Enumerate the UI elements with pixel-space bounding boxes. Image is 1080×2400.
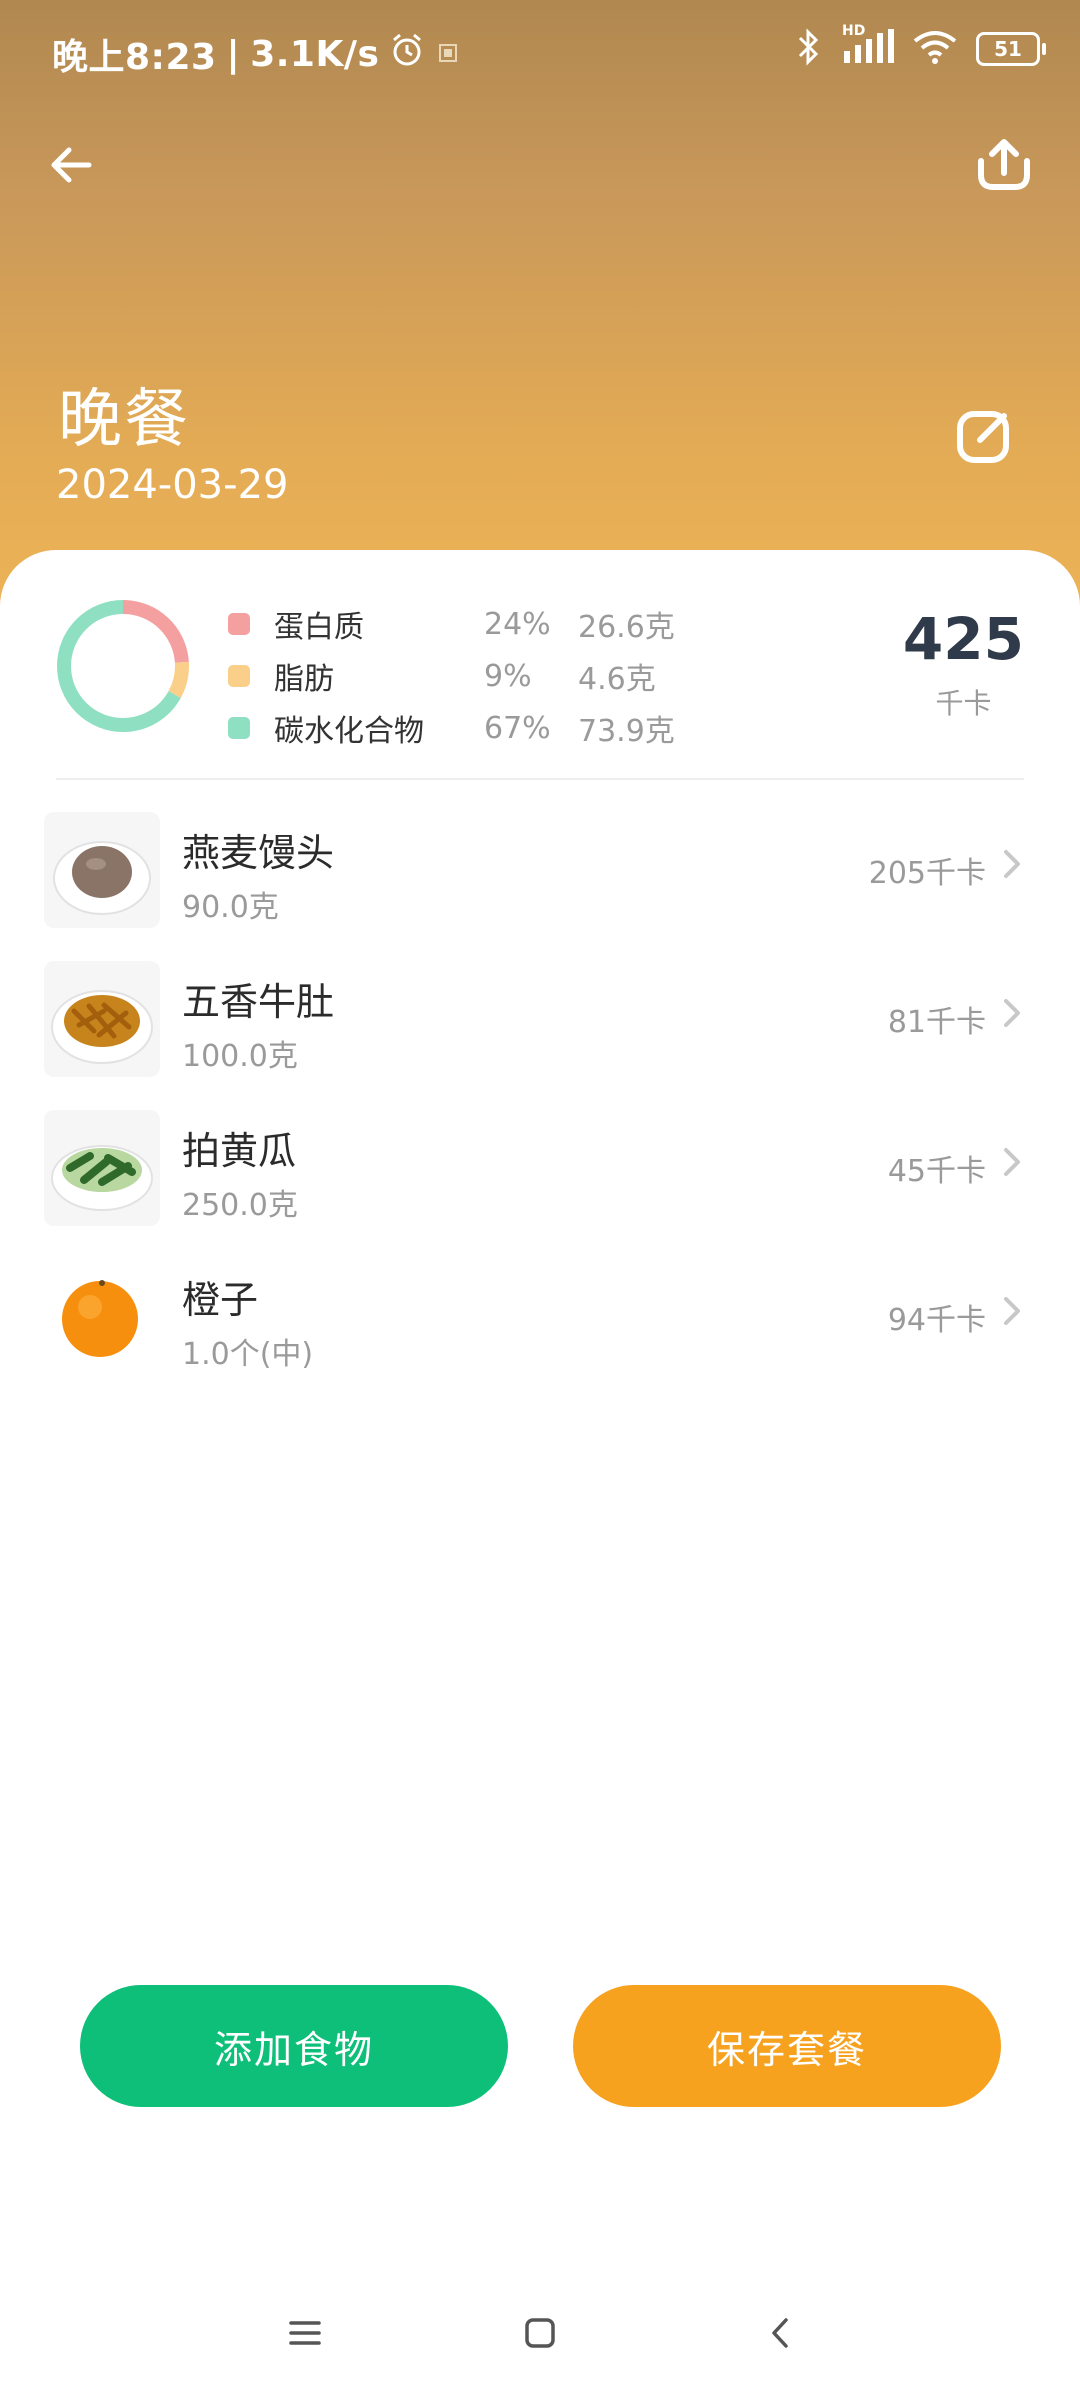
food-calories: 45千卡 bbox=[887, 1154, 986, 1189]
food-calories: 94千卡 bbox=[887, 1303, 986, 1338]
total-calories-value: 425 bbox=[902, 605, 1024, 673]
edit-icon bbox=[957, 411, 1009, 463]
status-right: HD 51 bbox=[794, 23, 1046, 70]
cucumber-salad-image bbox=[44, 1110, 160, 1226]
meal-title: 晚餐 bbox=[58, 383, 190, 457]
legend-percent: 9% bbox=[484, 658, 532, 694]
nutrition-summary: 蛋白质 24% 26.6克 脂肪 9% 4.6克 碳水化合物 67% 73.9克 bbox=[0, 550, 1080, 780]
legend-row-protein: 蛋白质 24% 26.6克 bbox=[228, 598, 675, 650]
food-name: 燕麦馒头 bbox=[182, 831, 335, 875]
status-separator: | bbox=[226, 33, 241, 75]
beef-tripe-image bbox=[44, 961, 160, 1077]
battery-indicator: 51 bbox=[976, 32, 1046, 66]
list-item[interactable]: 橙子 1.0个(中) 94千卡 bbox=[0, 1247, 1080, 1396]
food-amount: 90.0克 bbox=[182, 890, 279, 925]
total-calories: 425 千卡 bbox=[903, 610, 1024, 722]
home-square-icon bbox=[525, 2318, 555, 2348]
legend-dot-protein bbox=[228, 613, 250, 635]
legend-grams: 73.9克 bbox=[578, 714, 675, 749]
bluetooth-icon bbox=[794, 28, 824, 70]
nav-back-button[interactable] bbox=[755, 2308, 805, 2358]
food-name: 五香牛肚 bbox=[182, 980, 335, 1024]
food-calories: 205千卡 bbox=[868, 856, 986, 891]
total-calories-unit: 千卡 bbox=[935, 687, 992, 720]
chevron-left-icon bbox=[772, 2318, 788, 2348]
legend-dot-fat bbox=[228, 665, 250, 687]
chevron-right-icon bbox=[1004, 999, 1020, 1027]
divider bbox=[56, 778, 1024, 780]
list-item[interactable]: 五香牛肚 100.0克 81千卡 bbox=[0, 949, 1080, 1098]
legend-row-fat: 脂肪 9% 4.6克 bbox=[228, 650, 675, 702]
status-left: 晚上8:23 | 3.1K/s bbox=[52, 28, 461, 80]
legend-row-carbs: 碳水化合物 67% 73.9克 bbox=[228, 702, 675, 754]
macro-legend: 蛋白质 24% 26.6克 脂肪 9% 4.6克 碳水化合物 67% 73.9克 bbox=[228, 598, 675, 754]
meal-detail-screen: 晚上8:23 | 3.1K/s HD 51 晚餐 2024-03-29 蛋白质 … bbox=[0, 0, 1080, 2400]
alarm-icon bbox=[389, 32, 425, 77]
arrow-left-icon bbox=[51, 147, 92, 183]
legend-name: 碳水化合物 bbox=[274, 714, 424, 749]
system-nav-bar bbox=[0, 2290, 1080, 2380]
nav-home-button[interactable] bbox=[515, 2308, 565, 2358]
add-food-button[interactable]: 添加食物 bbox=[80, 1985, 508, 2107]
add-food-label: 添加食物 bbox=[213, 2027, 374, 2072]
hd-label: HD bbox=[842, 23, 866, 39]
food-list: 燕麦馒头 90.0克 205千卡 五香牛肚 100.0克 81千卡 拍黄瓜 25… bbox=[0, 800, 1080, 1396]
list-item[interactable]: 燕麦馒头 90.0克 205千卡 bbox=[0, 800, 1080, 949]
legend-grams: 26.6克 bbox=[578, 610, 675, 645]
wifi-icon bbox=[912, 29, 958, 69]
food-name: 橙子 bbox=[182, 1278, 259, 1322]
status-time: 晚上8:23 bbox=[52, 37, 217, 78]
save-set-label: 保存套餐 bbox=[706, 2027, 867, 2072]
chevron-right-icon bbox=[1004, 1297, 1020, 1325]
list-item[interactable]: 拍黄瓜 250.0克 45千卡 bbox=[0, 1098, 1080, 1247]
legend-percent: 67% bbox=[484, 710, 551, 746]
share-button[interactable] bbox=[964, 130, 1044, 200]
meal-card: 蛋白质 24% 26.6克 脂肪 9% 4.6克 碳水化合物 67% 73.9克 bbox=[0, 550, 1080, 2400]
oat-bun-image bbox=[44, 812, 160, 928]
notification-icon bbox=[435, 34, 461, 75]
back-button[interactable] bbox=[36, 130, 106, 200]
edit-button[interactable] bbox=[950, 400, 1020, 470]
legend-percent: 24% bbox=[484, 606, 551, 642]
share-upload-icon bbox=[978, 139, 1030, 190]
legend-name: 蛋白质 bbox=[274, 610, 364, 645]
orange-image bbox=[44, 1259, 160, 1375]
chevron-right-icon bbox=[1004, 1148, 1020, 1176]
food-amount: 250.0克 bbox=[182, 1188, 298, 1223]
nav-menu-button[interactable] bbox=[280, 2308, 330, 2358]
chevron-right-icon bbox=[1004, 850, 1020, 878]
meal-date: 2024-03-29 bbox=[56, 462, 289, 508]
save-set-button[interactable]: 保存套餐 bbox=[573, 1985, 1001, 2107]
legend-dot-carbs bbox=[228, 717, 250, 739]
food-amount: 100.0克 bbox=[182, 1039, 298, 1074]
food-calories: 81千卡 bbox=[887, 1005, 986, 1040]
macro-donut-chart bbox=[57, 600, 189, 732]
food-amount: 1.0个(中) bbox=[182, 1337, 314, 1372]
menu-icon bbox=[289, 2321, 321, 2345]
battery-level: 51 bbox=[994, 37, 1022, 61]
status-network-speed: 3.1K/s bbox=[250, 33, 380, 75]
status-bar: 晚上8:23 | 3.1K/s HD 51 bbox=[0, 0, 1080, 100]
legend-grams: 4.6克 bbox=[578, 662, 656, 697]
signal-icon: HD bbox=[842, 23, 894, 69]
food-name: 拍黄瓜 bbox=[182, 1129, 297, 1173]
legend-name: 脂肪 bbox=[274, 662, 334, 697]
